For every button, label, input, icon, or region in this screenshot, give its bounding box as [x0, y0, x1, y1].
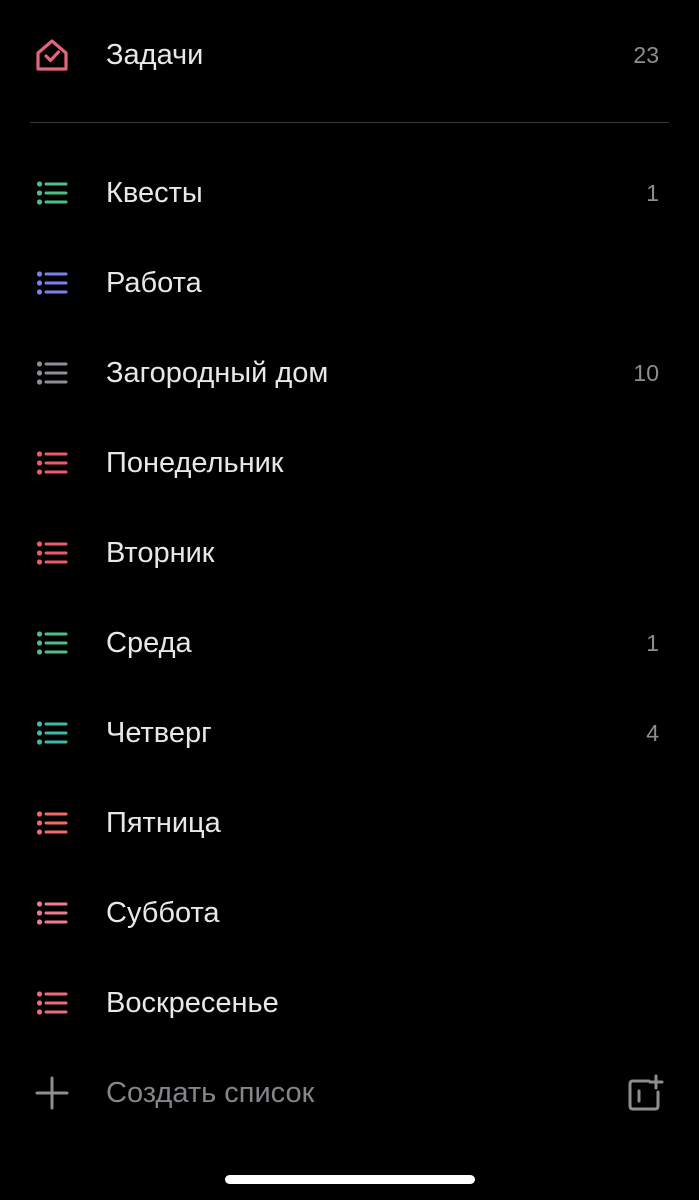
plus-icon: [34, 1075, 70, 1111]
list-item[interactable]: Пятница: [0, 778, 699, 868]
list-item-count: 4: [646, 719, 659, 746]
tasks-row[interactable]: Задачи 23: [0, 10, 699, 100]
list-icon: [34, 265, 70, 301]
list-item-label: Понедельник: [106, 447, 284, 479]
list-item-label: Загородный дом: [106, 357, 329, 389]
tasks-count: 23: [633, 41, 659, 68]
list-item-label: Квесты: [106, 177, 203, 209]
list-icon: [34, 175, 70, 211]
list-item[interactable]: Загородный дом 10: [0, 328, 699, 418]
list-item[interactable]: Среда 1: [0, 598, 699, 688]
create-list-label: Создать список: [106, 1077, 315, 1109]
new-group-icon[interactable]: [625, 1073, 665, 1113]
home-indicator[interactable]: [225, 1175, 475, 1184]
list-item-label: Среда: [106, 627, 192, 659]
list-item[interactable]: Квесты 1: [0, 148, 699, 238]
list-item-count: 1: [646, 629, 659, 656]
list-icon: [34, 895, 70, 931]
divider: [30, 122, 669, 123]
list-icon: [34, 355, 70, 391]
list-item-count: 10: [633, 359, 659, 386]
list-item[interactable]: Суббота: [0, 868, 699, 958]
list-item[interactable]: Вторник: [0, 508, 699, 598]
create-list-row[interactable]: Создать список: [0, 1048, 699, 1138]
list-item-label: Вторник: [106, 537, 215, 569]
tasks-label: Задачи: [106, 39, 204, 71]
list-item-label: Воскресенье: [106, 987, 279, 1019]
list-icon: [34, 985, 70, 1021]
list-icon: [34, 715, 70, 751]
list-item-label: Работа: [106, 267, 202, 299]
list-icon: [34, 805, 70, 841]
list-item[interactable]: Понедельник: [0, 418, 699, 508]
list-item-label: Суббота: [106, 897, 220, 929]
list-item[interactable]: Воскресенье: [0, 958, 699, 1048]
list-item[interactable]: Четверг 4: [0, 688, 699, 778]
list-item[interactable]: Работа: [0, 238, 699, 328]
list-item-label: Четверг: [106, 717, 212, 749]
list-icon: [34, 625, 70, 661]
home-check-icon: [34, 37, 70, 73]
list-item-label: Пятница: [106, 807, 221, 839]
list-icon: [34, 445, 70, 481]
list-item-count: 1: [646, 179, 659, 206]
list-icon: [34, 535, 70, 571]
